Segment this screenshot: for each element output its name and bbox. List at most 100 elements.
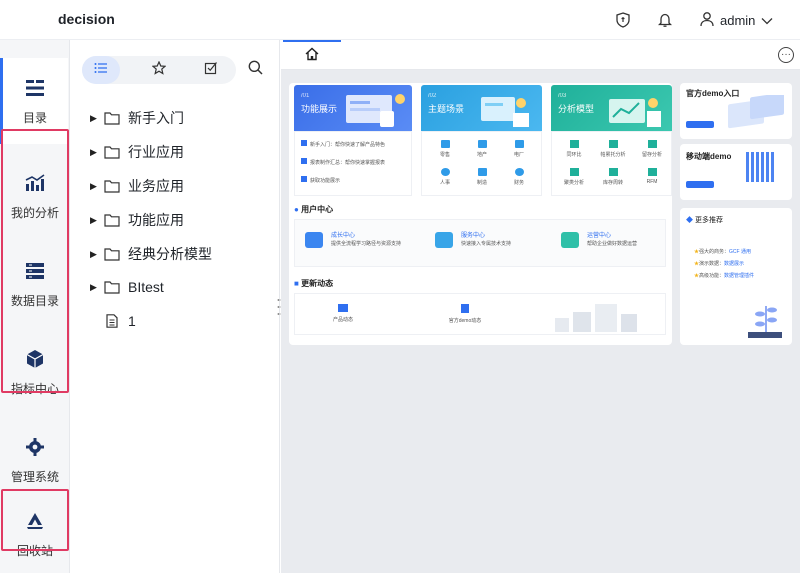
growth-icon: [305, 232, 323, 248]
bell-icon[interactable]: [655, 10, 675, 30]
updates-title: ■ 更新动态: [294, 279, 334, 288]
list-view-tab[interactable]: [82, 56, 120, 84]
model-grid: 同环比 帕累托分析 留存分析 聚类分析 库存周转 RFM: [551, 131, 672, 196]
feature-row[interactable]: 新手入门：帮你快速了解产品特色: [301, 140, 411, 148]
updates-icon: ■: [294, 279, 299, 288]
updates-row: 产品动态 官方demo动态: [294, 293, 666, 335]
caret-right-icon: ▶: [90, 180, 97, 191]
caret-right-icon: ▶: [90, 248, 97, 259]
user-name: admin: [720, 12, 756, 28]
document-icon: [106, 314, 118, 328]
search-icon: [248, 60, 263, 80]
demo-entry-card[interactable]: 官方demo入口: [680, 83, 792, 139]
shield-icon[interactable]: [613, 10, 633, 30]
model-item[interactable]: 同环比: [558, 140, 590, 158]
tree-item-folder[interactable]: ▶ 业务应用: [90, 175, 184, 197]
chevron-down-icon: [761, 13, 773, 28]
folder-icon: [104, 180, 120, 193]
list-icon: [94, 61, 108, 79]
update-item[interactable]: 官方demo动态: [445, 304, 485, 324]
recommend-icon: ◆: [686, 217, 693, 224]
user-center-title: ● 用户中心: [294, 205, 334, 214]
rail-label: 管理系统: [10, 469, 59, 484]
recommend-item[interactable]: ★演示数据：数据展示: [694, 260, 790, 267]
star-icon: [151, 60, 167, 80]
mobile-demo-button[interactable]: [686, 181, 714, 188]
tree-item-folder[interactable]: ▶ 新手入门: [90, 107, 184, 129]
model-item[interactable]: 帕累托分析: [596, 140, 630, 158]
doc-icon: [301, 176, 307, 182]
scene-grid: 零售 地产 电厂 人事 制造 财务: [421, 131, 542, 196]
catalog-panel: ▶ 新手入门 ▶ 行业应用 ▶ 业务应用 ▶ 功能应用 ▶ 经典分析模型 ▶ B…: [70, 40, 280, 573]
scene-item[interactable]: 人事: [432, 168, 458, 186]
more-icon: ···: [781, 49, 791, 60]
tree-item-folder[interactable]: ▶ 行业应用: [90, 141, 184, 163]
feature-row[interactable]: 报表制作汇总：帮你快速掌握报表: [301, 158, 411, 166]
plant-illustration: [748, 306, 782, 338]
feature-num: /03: [558, 93, 567, 99]
tree-item-label: 业务应用: [128, 178, 184, 194]
rail-label: 目录: [22, 110, 47, 125]
doc-icon: [301, 140, 307, 146]
highlight-box: [1, 129, 69, 393]
update-item[interactable]: 产品动态: [323, 304, 363, 323]
mobile-demo-title: 移动端demo: [686, 152, 732, 161]
folder-icon: [104, 112, 120, 125]
folder-icon: [104, 146, 120, 159]
recommend-card: ◆ 更多推荐 ★强大的商务：GCF 通用 ★演示数据：数据展示 ★高级功能：数据…: [680, 208, 792, 345]
folder-icon: [104, 248, 120, 261]
feature-illustration: [481, 97, 529, 127]
feature-illustration: [609, 98, 661, 127]
recommend-item[interactable]: ★高级功能：数据管理插件: [694, 272, 790, 279]
feature-row[interactable]: 获取功能展示: [301, 176, 411, 184]
caret-right-icon: ▶: [90, 146, 97, 157]
user-icon: [700, 11, 714, 30]
model-item[interactable]: 库存周转: [596, 168, 630, 186]
feature-title: 分析模型: [558, 104, 595, 114]
feature-num: /01: [301, 93, 310, 99]
tab-home[interactable]: [283, 40, 341, 70]
feature-title: 功能展示: [301, 104, 338, 114]
model-item[interactable]: 聚类分析: [558, 168, 590, 186]
tree-item-folder[interactable]: ▶ BItest: [90, 276, 164, 298]
feature-num: /02: [428, 93, 437, 99]
scene-item[interactable]: 电厂: [506, 140, 532, 158]
caret-right-icon: ▶: [90, 281, 97, 292]
tree-item-folder[interactable]: ▶ 经典分析模型: [90, 243, 212, 265]
trend-icon: [338, 304, 348, 312]
recommend-item[interactable]: ★强大的商务：GCF 通用: [694, 248, 790, 255]
tree-item-label: BItest: [128, 279, 164, 295]
tree-item-label: 新手入门: [128, 110, 184, 126]
tree-item-document[interactable]: 1: [90, 310, 136, 332]
feature-card-banner[interactable]: /02 主题场景: [421, 85, 542, 131]
doc-icon: [461, 304, 469, 313]
caret-right-icon: ▶: [90, 214, 97, 225]
search-button[interactable]: [245, 60, 265, 80]
mobile-demo-card[interactable]: 移动端demo: [680, 144, 792, 200]
tree-item-folder[interactable]: ▶ 功能应用: [90, 209, 184, 231]
favorites-tab[interactable]: [140, 56, 178, 84]
model-item[interactable]: 留存分析: [636, 140, 668, 158]
scene-item[interactable]: 制造: [469, 168, 495, 186]
feature-card-banner[interactable]: /01 功能展示: [294, 85, 412, 131]
qr-code-icon: [746, 152, 776, 182]
catalog-view-switch: [82, 56, 236, 84]
user-center-icon: ●: [294, 205, 299, 214]
feature-card-banner[interactable]: /03 分析模型: [551, 85, 672, 131]
scene-item[interactable]: 零售: [432, 140, 458, 158]
scene-item[interactable]: 地产: [469, 140, 495, 158]
demo-button[interactable]: [686, 121, 714, 128]
updates-illustration: [555, 304, 637, 332]
user-menu[interactable]: admin: [700, 9, 773, 31]
tab-bar: ···: [281, 40, 800, 70]
catalog-icon: [24, 77, 46, 99]
model-item[interactable]: RFM: [636, 168, 668, 185]
more-options-button[interactable]: ···: [778, 47, 794, 63]
home-dashboard-card: /01 功能展示 新手入门：帮你快速了解产品特色 报表制作汇总：帮你快速掌握报表…: [289, 83, 672, 345]
operation-icon: [561, 232, 579, 248]
user-center-row: 成长中心 提供全流程学习路径与资源支持 服务中心 快速接入专属技术支持 运营中心…: [294, 219, 666, 267]
edit-tab[interactable]: [192, 56, 230, 84]
scene-item[interactable]: 财务: [506, 168, 532, 186]
folder-icon: [104, 214, 120, 227]
highlight-box: [1, 489, 69, 551]
